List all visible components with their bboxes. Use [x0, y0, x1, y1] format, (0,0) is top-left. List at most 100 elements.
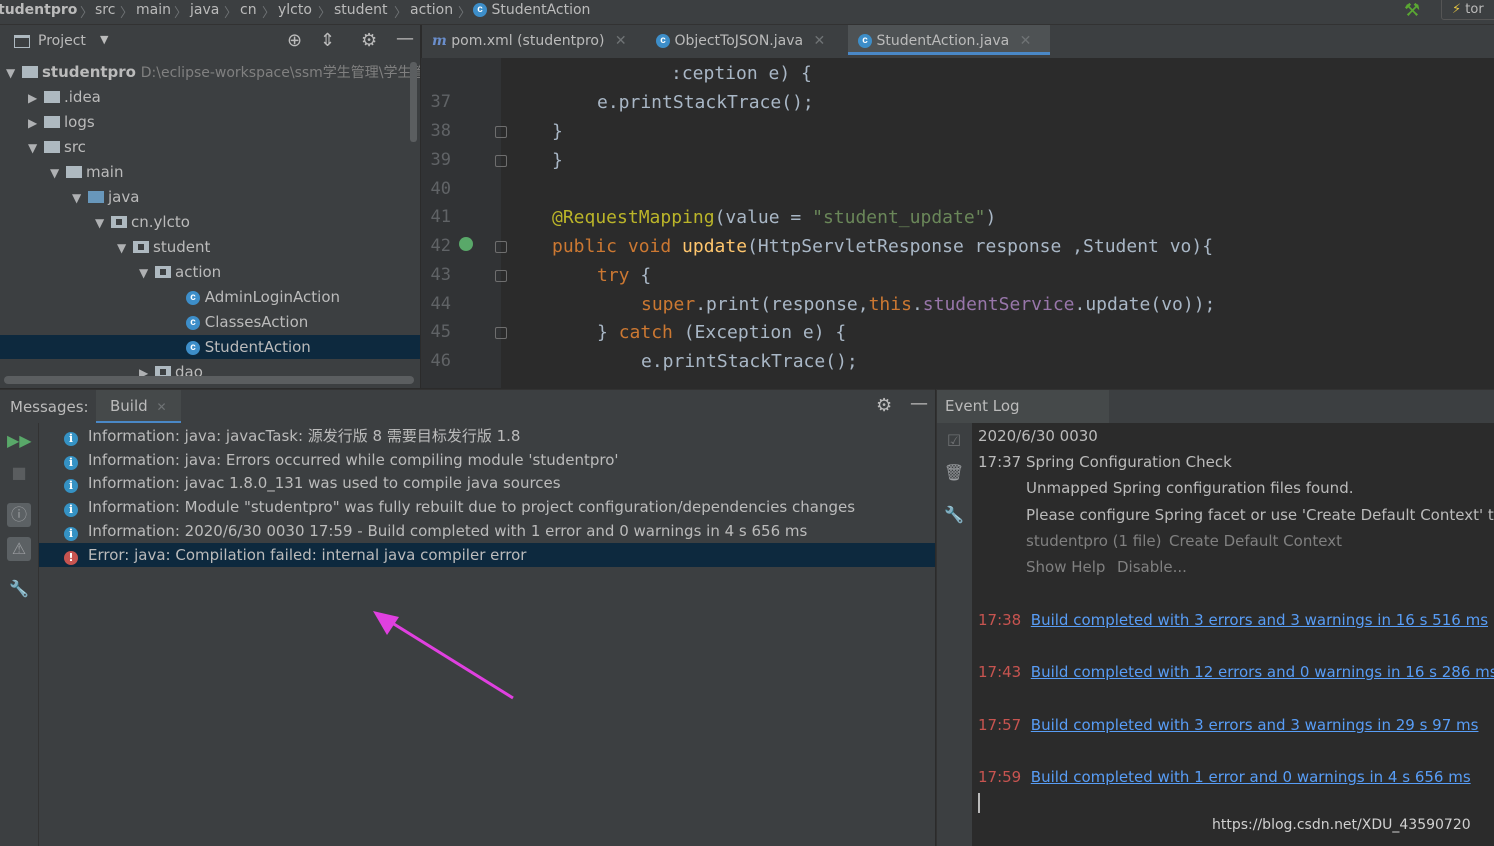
message-row-error[interactable]: ! Error: java: Compilation failed: intern…: [39, 543, 935, 567]
code-line-43: try {: [597, 265, 652, 286]
trash-icon[interactable]: 🗑: [942, 463, 966, 482]
mark-read-icon[interactable]: ☑: [942, 431, 966, 450]
package-icon: [133, 241, 149, 253]
show-help-link[interactable]: Show Help: [1026, 558, 1105, 576]
tab-label: ObjectToJSON.java: [674, 33, 804, 49]
spring-bean-icon[interactable]: [459, 237, 473, 251]
fold-marker-icon[interactable]: [495, 241, 507, 253]
chevron-right-icon: ▶: [28, 116, 38, 130]
close-icon[interactable]: ✕: [1020, 33, 1032, 49]
tree-node-student[interactable]: ▼ student: [117, 235, 210, 259]
chevron-right-icon: 〉: [318, 6, 332, 21]
chevron-down-icon: ▼: [95, 216, 105, 230]
line-number: 43: [430, 265, 451, 285]
event-message: Unmapped Spring configuration files foun…: [1026, 479, 1354, 497]
rerun-icon[interactable]: ▶▶: [7, 431, 32, 450]
info-filter-icon[interactable]: ⓘ: [7, 503, 31, 527]
close-icon[interactable]: ✕: [156, 400, 166, 414]
folder-icon: [44, 91, 60, 103]
breadcrumb-java[interactable]: java: [190, 2, 219, 18]
code-editor[interactable]: 37 38 39 40 41 42 43 44 45 46 :ception e…: [421, 58, 1494, 388]
line-number: 40: [430, 179, 451, 199]
message-row[interactable]: i Information: javac 1.8.0_131 was used t…: [39, 471, 935, 495]
fold-marker-icon[interactable]: [495, 155, 507, 167]
tab-pom-xml[interactable]: m pom.xml (studentpro) ✕: [432, 25, 627, 58]
fold-marker-icon[interactable]: [495, 327, 507, 339]
event-date: 2020/6/30 0030: [978, 427, 1098, 445]
warning-filter-icon[interactable]: ⚠: [7, 537, 31, 561]
run-configuration-select[interactable]: ⚡ tor: [1441, 0, 1494, 20]
breadcrumb-cn[interactable]: cn: [240, 2, 257, 18]
event-log-title[interactable]: Event Log: [937, 390, 1109, 423]
tree-node-main[interactable]: ▼ main: [50, 160, 123, 184]
breadcrumb-project[interactable]: tudentpro: [0, 2, 77, 18]
wrench-icon[interactable]: 🔧: [942, 505, 966, 524]
chevron-down-icon: ▼: [28, 141, 38, 155]
tree-node-studentpro[interactable]: ▼ studentpro D:\eclipse-workspace\ssm学生管理…: [6, 60, 420, 84]
breadcrumb-action[interactable]: action: [410, 2, 453, 18]
collapse-all-icon[interactable]: ⇕: [320, 30, 335, 51]
tree-node-action[interactable]: ▼ action: [139, 260, 221, 284]
folder-icon: [44, 116, 60, 128]
event-time: 17:37: [978, 453, 1022, 471]
stop-icon[interactable]: ■: [7, 463, 31, 482]
tree-node-logs[interactable]: ▶ logs: [28, 110, 95, 134]
minimize-icon[interactable]: —: [396, 28, 414, 49]
event-message: Please configure Spring facet or use 'Cr…: [1026, 506, 1494, 524]
messages-panel-header: Messages: Build ✕ ⚙ —: [0, 389, 935, 423]
breadcrumb-src[interactable]: src: [95, 2, 115, 18]
event-entry: 17:43 Build completed with 12 errors and…: [978, 663, 1494, 681]
gear-icon[interactable]: ⚙: [361, 30, 377, 51]
tree-node-src[interactable]: ▼ src: [28, 135, 86, 159]
line-number: 39: [430, 150, 451, 170]
wrench-icon[interactable]: 🔧: [7, 579, 31, 598]
tree-node-cn-ylcto[interactable]: ▼ cn.ylcto: [95, 210, 190, 234]
message-row[interactable]: i Information: 2020/6/30 0030 17:59 - Bui…: [39, 519, 935, 543]
breadcrumb-student[interactable]: student: [334, 2, 388, 18]
tab-build[interactable]: Build ✕: [96, 390, 181, 423]
build-result-link[interactable]: Build completed with 1 error and 0 warni…: [1031, 768, 1471, 786]
build-hammer-icon[interactable]: ⚒: [1404, 0, 1420, 21]
tree-node-classesaction[interactable]: c ClassesAction: [186, 310, 308, 334]
chevron-right-icon: 〉: [262, 6, 276, 21]
breadcrumb-main[interactable]: main: [136, 2, 171, 18]
minimize-icon[interactable]: —: [910, 393, 928, 414]
tree-node-adminloginaction[interactable]: c AdminLoginAction: [186, 285, 340, 309]
breadcrumb-ylcto[interactable]: ylcto: [278, 2, 312, 18]
run-configuration-label: tor: [1465, 2, 1484, 17]
tree-node-idea[interactable]: ▶ .idea: [28, 85, 101, 109]
message-row[interactable]: i Information: java: Errors occurred whil…: [39, 448, 935, 472]
fold-marker-icon[interactable]: [495, 270, 507, 282]
build-result-link[interactable]: Build completed with 12 errors and 0 war…: [1031, 663, 1494, 681]
message-row[interactable]: i Information: Module "studentpro" was fu…: [39, 495, 935, 519]
message-row[interactable]: i Information: java: javacTask: 源发行版 8 需要…: [39, 424, 935, 448]
event-action-link[interactable]: studentpro (1 file): [1026, 532, 1162, 550]
disable-link[interactable]: Disable...: [1117, 558, 1187, 576]
close-icon[interactable]: ✕: [615, 33, 627, 49]
fold-marker-icon[interactable]: [495, 126, 507, 138]
code-line-45: } catch (Exception e) {: [597, 322, 847, 343]
project-tree[interactable]: ▼ studentpro D:\eclipse-workspace\ssm学生管理…: [0, 58, 420, 388]
chevron-down-icon[interactable]: ▼: [100, 33, 108, 46]
project-view-selector[interactable]: Project: [38, 33, 86, 49]
event-title: Spring Configuration Check: [1026, 453, 1232, 471]
tree-node-java[interactable]: ▼ java: [72, 185, 139, 209]
tree-node-label: cn.ylcto: [131, 213, 190, 231]
create-default-context-link[interactable]: Create Default Context: [1169, 532, 1342, 550]
package-icon: [155, 266, 171, 278]
close-icon[interactable]: ✕: [814, 33, 826, 49]
chevron-down-icon: ▼: [50, 166, 60, 180]
tab-studentaction[interactable]: c StudentAction.java ✕: [848, 25, 1050, 55]
gear-icon[interactable]: ⚙: [876, 395, 892, 416]
breadcrumb-current[interactable]: c StudentAction: [473, 2, 590, 18]
vertical-scrollbar[interactable]: [410, 62, 417, 142]
messages-label: Messages:: [10, 398, 89, 416]
tab-objecttojson[interactable]: c ObjectToJSON.java ✕: [656, 25, 825, 58]
code-line-39: }: [552, 150, 563, 171]
locate-target-icon[interactable]: ⊕: [287, 30, 302, 51]
build-result-link[interactable]: Build completed with 3 errors and 3 warn…: [1031, 716, 1479, 734]
tree-node-studentaction[interactable]: c StudentAction: [0, 335, 420, 359]
horizontal-scrollbar[interactable]: [4, 376, 414, 384]
package-icon: [111, 216, 127, 228]
build-result-link[interactable]: Build completed with 3 errors and 3 warn…: [1031, 611, 1488, 629]
